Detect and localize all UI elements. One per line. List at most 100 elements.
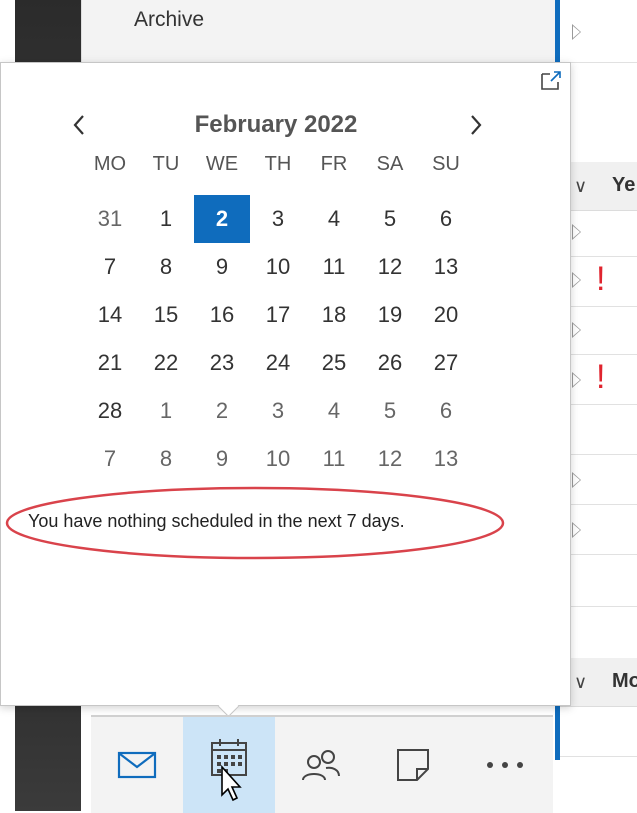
nav-mail-button[interactable] <box>91 717 183 813</box>
day-cell[interactable]: 22 <box>138 339 194 387</box>
day-cell[interactable]: 3 <box>250 195 306 243</box>
people-icon <box>302 750 340 781</box>
chevron-right-icon <box>471 115 482 135</box>
day-cell[interactable]: 10 <box>250 435 306 483</box>
weekday-label: FR <box>320 153 348 175</box>
nav-calendar-button[interactable] <box>183 717 275 813</box>
next-month-button[interactable] <box>458 107 494 143</box>
day-cell[interactable]: 20 <box>418 291 474 339</box>
day-cell-today[interactable]: 2 <box>194 195 250 243</box>
group-header[interactable]: ∨ Ye <box>560 162 637 211</box>
day-cell[interactable]: 9 <box>194 243 250 291</box>
day-cell[interactable]: 10 <box>250 243 306 291</box>
day-cell[interactable]: 3 <box>250 387 306 435</box>
day-cell[interactable]: 24 <box>250 339 306 387</box>
more-icon <box>487 762 523 768</box>
day-cell[interactable]: 2 <box>194 387 250 435</box>
message-row[interactable]: ! <box>560 354 637 405</box>
group-label: Mo <box>612 670 637 692</box>
day-cell[interactable]: 12 <box>362 435 418 483</box>
week-row: 14 15 16 17 18 19 20 <box>82 291 474 339</box>
weekday-label: SA <box>376 153 404 175</box>
day-cell[interactable]: 16 <box>194 291 250 339</box>
message-list: ∨ Ye ! ! ∨ Mo <box>560 0 637 811</box>
day-cell[interactable]: 11 <box>306 243 362 291</box>
message-row[interactable] <box>560 404 637 455</box>
message-row[interactable] <box>560 210 637 257</box>
folder-archive[interactable]: Archive <box>134 8 204 32</box>
nav-notes-button[interactable] <box>367 717 459 813</box>
expand-icon[interactable] <box>572 24 581 40</box>
weekday-label: MO <box>93 153 127 175</box>
chevron-down-icon: ∨ <box>574 176 588 196</box>
nav-people-button[interactable] <box>275 717 367 813</box>
week-row: 28 1 2 3 4 5 6 <box>82 387 474 435</box>
day-cell[interactable]: 8 <box>138 435 194 483</box>
calendar-peek-popup: February 2022 MO TU WE TH FR SA SU 31 1 2 3 4 5 6 7 8 9… <box>0 62 571 706</box>
day-cell[interactable]: 7 <box>82 243 138 291</box>
day-cell[interactable]: 15 <box>138 291 194 339</box>
day-cell[interactable]: 5 <box>362 195 418 243</box>
day-cell[interactable]: 13 <box>418 435 474 483</box>
popout-icon[interactable] <box>539 69 563 93</box>
day-cell[interactable]: 19 <box>362 291 418 339</box>
calendar-icon <box>211 739 247 802</box>
day-cell[interactable]: 26 <box>362 339 418 387</box>
day-cell[interactable]: 9 <box>194 435 250 483</box>
expand-icon[interactable] <box>572 322 581 338</box>
week-row: 7 8 9 10 11 12 13 <box>82 435 474 483</box>
day-cell[interactable]: 17 <box>250 291 306 339</box>
group-header[interactable]: ∨ Mo <box>560 658 637 707</box>
month-title[interactable]: February 2022 <box>61 111 491 139</box>
nav-more-button[interactable] <box>459 717 551 813</box>
group-label: Ye <box>612 174 636 196</box>
day-cell[interactable]: 1 <box>138 387 194 435</box>
expand-icon[interactable] <box>572 522 581 538</box>
expand-icon[interactable] <box>572 272 581 288</box>
agenda-message: You have nothing scheduled in the next 7… <box>28 511 405 531</box>
expand-icon[interactable] <box>572 472 581 488</box>
weekday-label: SU <box>432 153 460 175</box>
expand-icon[interactable] <box>572 224 581 240</box>
day-cell[interactable]: 21 <box>82 339 138 387</box>
day-cell[interactable]: 23 <box>194 339 250 387</box>
day-cell[interactable]: 14 <box>82 291 138 339</box>
message-row[interactable] <box>560 554 637 607</box>
day-cell[interactable]: 27 <box>418 339 474 387</box>
day-cell[interactable]: 4 <box>306 195 362 243</box>
message-row[interactable] <box>560 454 637 505</box>
message-row[interactable] <box>560 0 637 63</box>
day-cell[interactable]: 7 <box>82 435 138 483</box>
calendar-header: February 2022 <box>61 107 491 147</box>
notes-icon <box>397 749 429 781</box>
week-row: 7 8 9 10 11 12 13 <box>82 243 474 291</box>
day-cell[interactable]: 8 <box>138 243 194 291</box>
day-cell[interactable]: 5 <box>362 387 418 435</box>
day-cell[interactable]: 25 <box>306 339 362 387</box>
day-cell[interactable]: 31 <box>82 195 138 243</box>
message-row[interactable]: ! <box>560 256 637 307</box>
mail-icon <box>117 751 157 779</box>
day-cell[interactable]: 18 <box>306 291 362 339</box>
message-row[interactable] <box>560 606 637 659</box>
weekday-header-row: MO TU WE TH FR SA SU <box>82 153 474 176</box>
day-cell[interactable]: 1 <box>138 195 194 243</box>
week-row: 31 1 2 3 4 5 6 <box>82 195 474 243</box>
day-cell[interactable]: 12 <box>362 243 418 291</box>
expand-icon[interactable] <box>572 372 581 388</box>
chevron-down-icon: ∨ <box>574 672 588 692</box>
message-row[interactable] <box>560 62 637 163</box>
message-row[interactable] <box>560 706 637 757</box>
day-cell[interactable]: 11 <box>306 435 362 483</box>
day-grid: 31 1 2 3 4 5 6 7 8 9 10 11 12 13 14 15 16 17 18 19 20 21 22 23 2… <box>82 195 474 483</box>
day-cell[interactable]: 6 <box>418 195 474 243</box>
message-row[interactable] <box>560 306 637 355</box>
bottom-navigation-bar <box>91 715 553 813</box>
day-cell[interactable]: 4 <box>306 387 362 435</box>
day-cell[interactable]: 6 <box>418 387 474 435</box>
weekday-label: TU <box>152 153 180 175</box>
day-cell[interactable]: 13 <box>418 243 474 291</box>
weekday-label: WE <box>205 153 239 175</box>
day-cell[interactable]: 28 <box>82 387 138 435</box>
message-row[interactable] <box>560 504 637 555</box>
